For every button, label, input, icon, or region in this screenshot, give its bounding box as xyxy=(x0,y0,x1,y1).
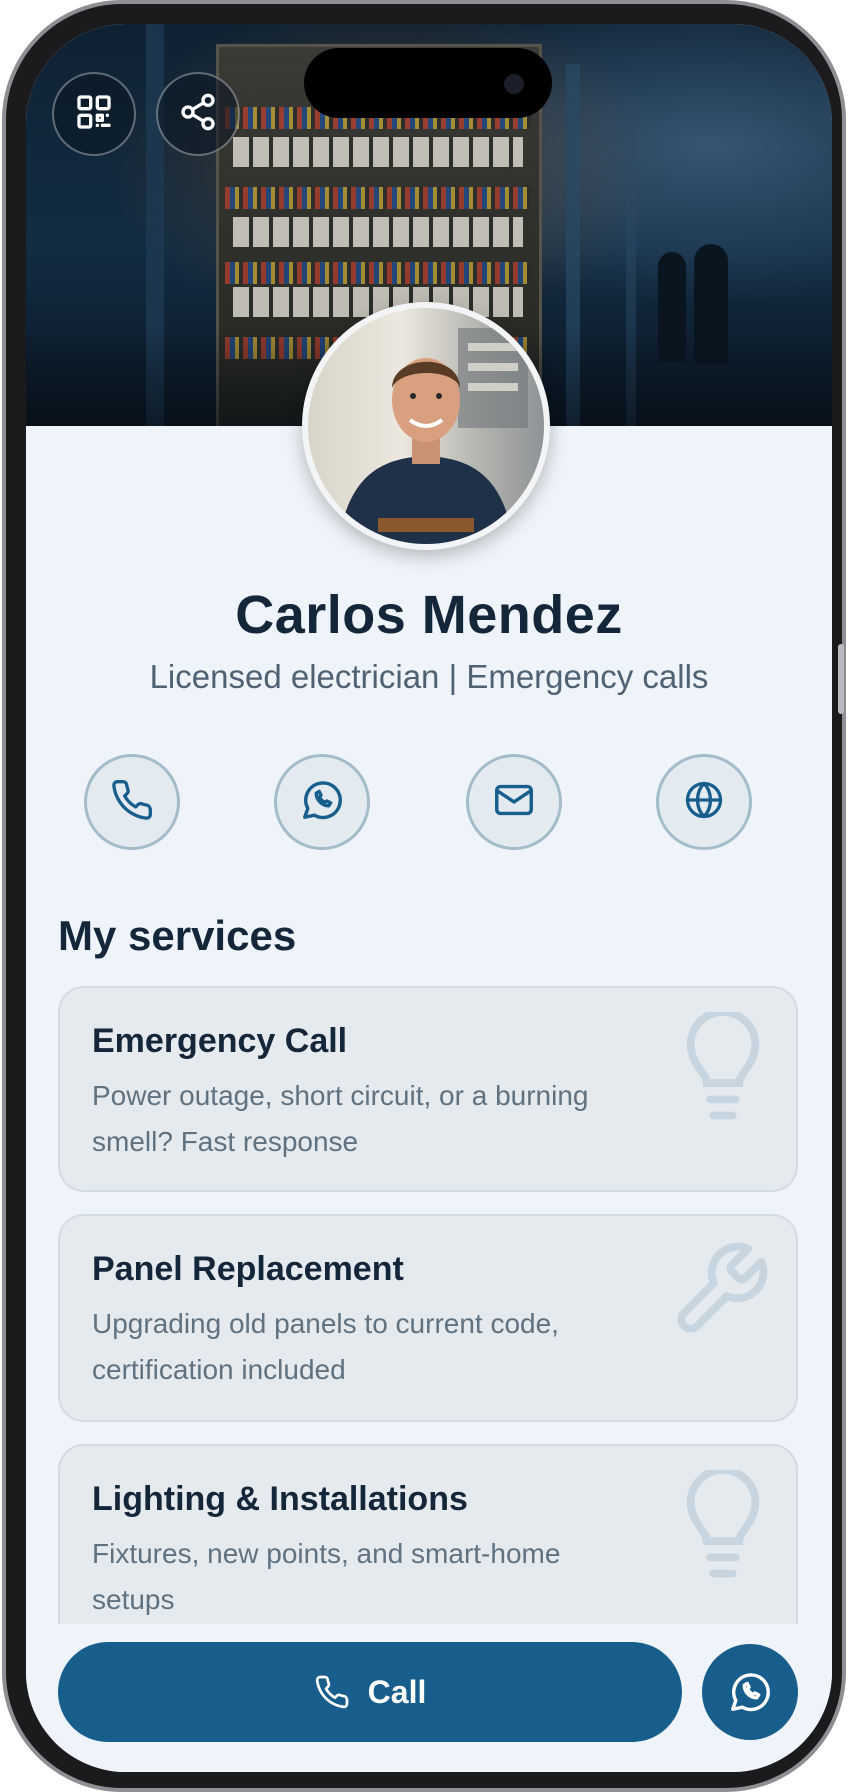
whatsapp-icon xyxy=(727,1669,773,1715)
email-button[interactable] xyxy=(466,754,562,850)
screen: Carlos Mendez Licensed electrician | Eme… xyxy=(26,24,832,1772)
service-title: Emergency Call xyxy=(92,1022,348,1060)
qr-code-button[interactable] xyxy=(52,72,136,156)
phone-frame: Carlos Mendez Licensed electrician | Eme… xyxy=(2,0,846,1792)
avatar xyxy=(302,302,550,550)
service-description: Upgrading old panels to current code, ce… xyxy=(92,1308,559,1385)
phone-icon xyxy=(314,1674,350,1710)
lightbulb-icon xyxy=(684,1466,762,1585)
service-description: Power outage, short circuit, or a burnin… xyxy=(92,1080,589,1157)
side-button xyxy=(838,644,844,714)
profile-photo xyxy=(308,308,544,544)
dynamic-island xyxy=(304,48,552,118)
whatsapp-button[interactable] xyxy=(274,754,370,850)
service-title: Lighting & Installations xyxy=(92,1480,468,1518)
share-button[interactable] xyxy=(156,72,240,156)
qr-code-icon xyxy=(74,92,114,137)
service-description: Fixtures, new points, and smart-home set… xyxy=(92,1538,561,1615)
services-heading: My services xyxy=(58,912,297,959)
profile-name: Carlos Mendez xyxy=(235,585,623,645)
phone-button[interactable] xyxy=(84,754,180,850)
service-title: Panel Replacement xyxy=(92,1250,404,1288)
service-card[interactable]: Emergency Call Power outage, short circu… xyxy=(58,986,798,1192)
profile-tagline: Licensed electrician | Emergency calls xyxy=(149,658,709,695)
whatsapp-cta-button[interactable] xyxy=(702,1644,798,1740)
wrench-icon xyxy=(668,1238,772,1347)
service-card[interactable]: Panel Replacement Upgrading old panels t… xyxy=(58,1214,798,1422)
lightbulb-icon xyxy=(684,1008,762,1127)
whatsapp-icon xyxy=(299,777,345,828)
mail-icon xyxy=(491,777,537,828)
call-button-label: Call xyxy=(367,1673,427,1710)
phone-icon xyxy=(110,778,154,827)
website-button[interactable] xyxy=(656,754,752,850)
globe-icon xyxy=(682,778,726,827)
call-button[interactable]: Call xyxy=(58,1642,682,1742)
share-icon xyxy=(178,92,218,137)
camera-icon xyxy=(504,74,524,94)
